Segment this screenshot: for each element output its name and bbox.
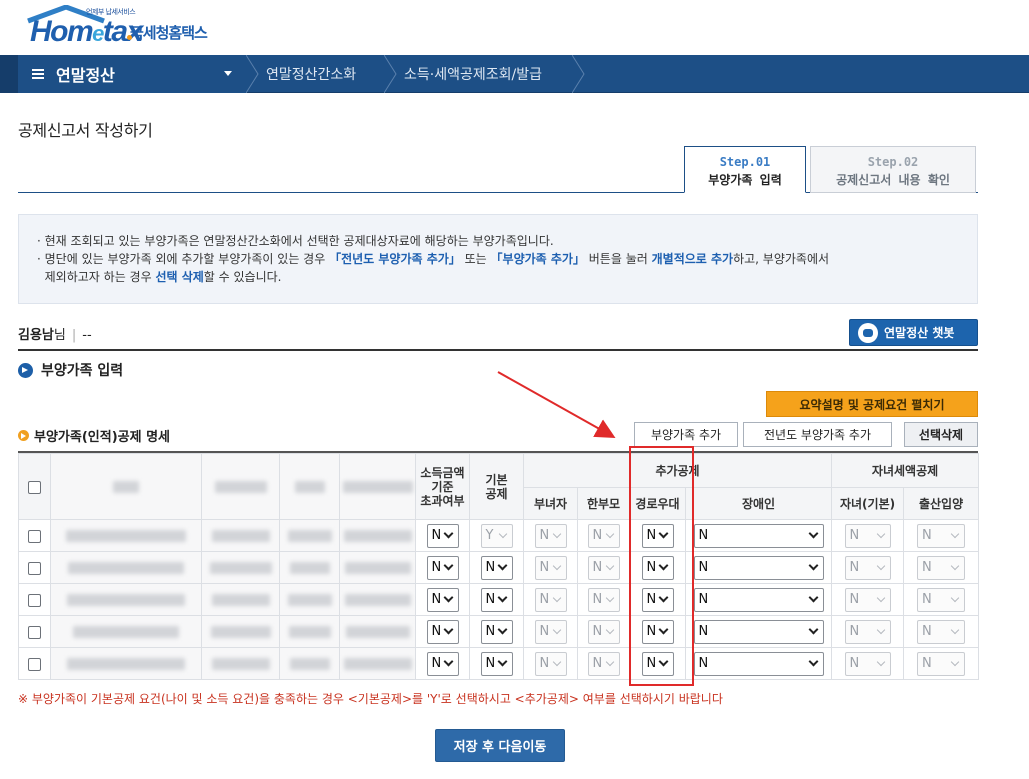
annotation-arrow-icon [497,371,616,438]
page: 언제부 납세서비스 Hometax 국세청홈택스 연말정산 연말정산간소화 소득… [0,0,1029,779]
